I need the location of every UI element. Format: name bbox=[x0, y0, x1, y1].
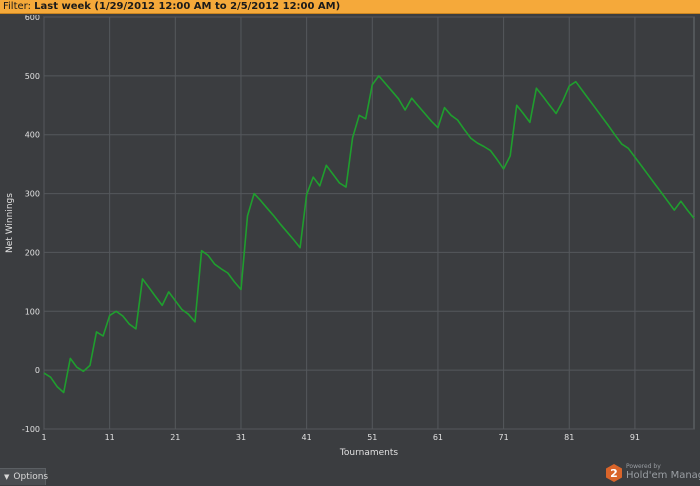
x-tick-label: 71 bbox=[499, 433, 509, 442]
logo-glyph: 2 bbox=[610, 467, 618, 480]
y-tick-label: 100 bbox=[25, 307, 40, 316]
y-tick-label: 300 bbox=[25, 190, 40, 199]
y-tick-label: 200 bbox=[25, 248, 40, 257]
y-tick-label: -100 bbox=[22, 425, 40, 434]
powered-by-label: Powered by bbox=[626, 463, 661, 470]
y-tick-label: 400 bbox=[25, 131, 40, 140]
filter-prefix: Filter: bbox=[3, 1, 35, 12]
hem-logo-icon: 2 bbox=[606, 464, 622, 482]
plot-area bbox=[43, 16, 695, 430]
chevron-down-icon: ▼ bbox=[4, 473, 10, 481]
y-tick-label: 0 bbox=[35, 366, 40, 375]
brand-logo: 2 Powered by Hold'em Manager bbox=[606, 463, 700, 483]
options-label: Options bbox=[13, 472, 49, 482]
x-tick-label: 81 bbox=[564, 433, 574, 442]
y-tick-label: 500 bbox=[25, 72, 40, 81]
x-tick-label: 51 bbox=[367, 433, 377, 442]
x-tick-label: 21 bbox=[170, 433, 180, 442]
x-tick-label: 61 bbox=[433, 433, 443, 442]
y-axis-title: Net Winnings bbox=[5, 193, 15, 253]
filter-bar[interactable]: Filter: Last week (1/29/2012 12:00 AM to… bbox=[0, 0, 700, 14]
x-tick-label: 1 bbox=[41, 433, 46, 442]
net-winnings-chart: -100 0 100 200 300 400 500 600 1 11 21 31 41 51 61 71 81… bbox=[0, 15, 700, 465]
brand-name: Hold'em Manager bbox=[626, 470, 700, 481]
filter-value: Last week (1/29/2012 12:00 AM to 2/5/201… bbox=[34, 1, 341, 12]
options-button[interactable]: ▼ Options bbox=[0, 468, 49, 485]
y-tick-label: 600 bbox=[25, 15, 40, 22]
x-tick-label: 31 bbox=[236, 433, 246, 442]
x-tick-label: 11 bbox=[105, 433, 115, 442]
x-tick-label: 41 bbox=[302, 433, 312, 442]
x-axis-title: Tournaments bbox=[339, 448, 398, 458]
x-tick-label: 91 bbox=[630, 433, 640, 442]
chart-svg: -10001002003004005006001 11 21 31 41 51 61 71 81… bbox=[5, 15, 695, 458]
